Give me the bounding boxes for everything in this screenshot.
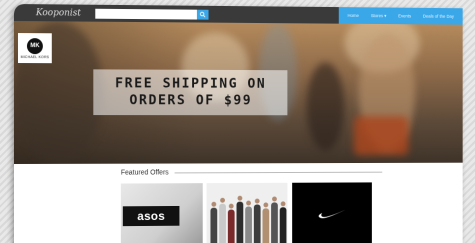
featured-title: Featured Offers — [120, 168, 169, 177]
nav-item-events[interactable]: Events — [398, 13, 411, 18]
featured-header: Featured Offers — [120, 166, 383, 179]
nav-item-deals[interactable]: Deals of the Day — [423, 14, 454, 19]
offer-tile-asos[interactable]: asos — [120, 183, 203, 243]
mk-label: MICHAEL KORS — [20, 54, 50, 59]
asos-logo: asos — [122, 205, 180, 227]
offer-tile-group-photo[interactable] — [206, 182, 288, 243]
promo-box: FREE SHIPPING ON ORDERS OF $99 — [93, 69, 288, 116]
search-icon — [200, 11, 206, 17]
promo-line-1: FREE SHIPPING ON — [115, 75, 267, 92]
browser-page: Kooponist Home Stores ▾ Events Deals of … — [14, 4, 463, 243]
featured-divider — [174, 171, 383, 173]
site-logo[interactable]: Kooponist — [36, 8, 95, 18]
promo-line-2: ORDERS OF $99 — [129, 92, 253, 109]
nav-item-home[interactable]: Home — [348, 13, 359, 18]
mk-monogram: MK — [26, 37, 43, 54]
asos-label: asos — [137, 209, 166, 224]
main-nav: Home Stores ▾ Events Deals of the Day — [338, 7, 463, 25]
search-input[interactable] — [95, 8, 197, 20]
nav-item-stores[interactable]: Stores ▾ — [371, 13, 387, 19]
offer-tile-nike[interactable] — [292, 182, 372, 243]
hero-banner[interactable]: MK MICHAEL KORS FREE SHIPPING ON ORDERS … — [14, 21, 463, 164]
swoosh-icon — [318, 209, 346, 218]
search-button[interactable] — [196, 9, 209, 20]
michael-kors-badge[interactable]: MK MICHAEL KORS — [17, 33, 52, 64]
